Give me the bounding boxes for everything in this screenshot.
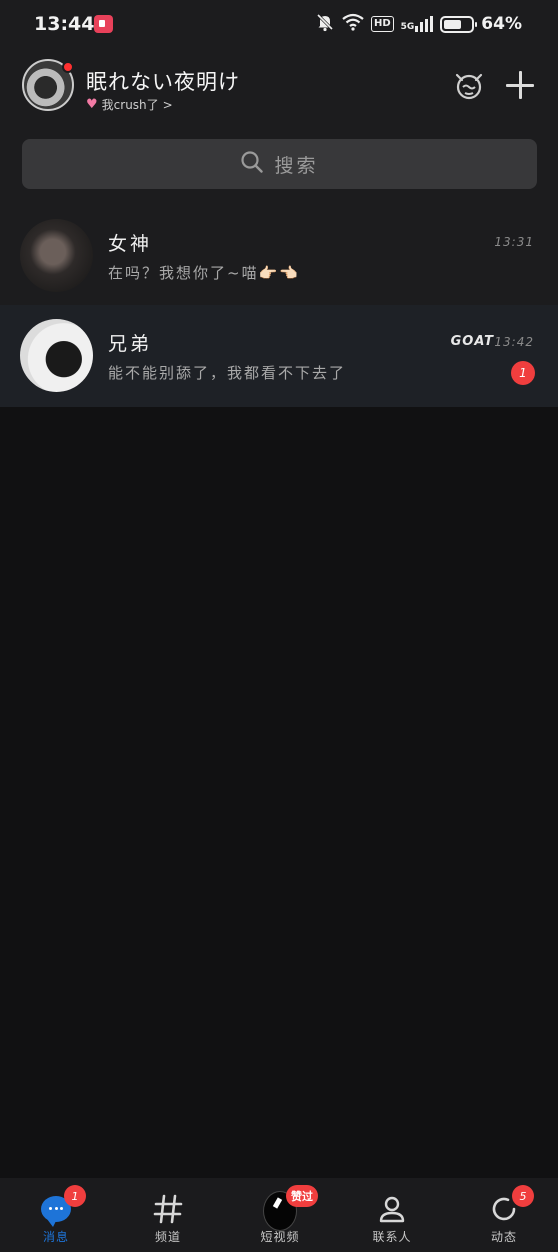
search-input[interactable]: 搜索 (22, 139, 537, 189)
notification-dot (62, 61, 74, 73)
tab-short-video[interactable]: 赞过 短视频 (224, 1178, 336, 1252)
tab-contacts[interactable]: 联系人 (336, 1178, 448, 1252)
tab-label: 动态 (490, 1230, 517, 1244)
chevron-right-icon: > (162, 97, 173, 112)
bottom-nav: 1 消息 频道 赞过 短视频 联系人 5 动态 (0, 1178, 558, 1252)
tab-label: 消息 (42, 1230, 69, 1244)
screen-record-icon (94, 15, 113, 33)
status-time: 13:44 (34, 13, 95, 35)
add-button[interactable] (503, 68, 537, 102)
status-icons: HD 5G 64% (315, 12, 522, 36)
hd-badge: HD (370, 16, 394, 32)
moments-badge: 5 (512, 1185, 534, 1207)
wifi-icon (342, 13, 364, 35)
chat-name: 女神 (108, 233, 153, 255)
chat-last-message: 能不能别舔了，我都看不下去了 (108, 364, 347, 382)
chat-time: 13:31 (494, 235, 534, 249)
chat-item-goddess[interactable]: 女神 在吗？我想你了~喵👉🏻👈🏻 13:31 (0, 205, 558, 307)
short-video-badge: 赞过 (286, 1185, 318, 1207)
tab-messages[interactable]: 1 消息 (0, 1178, 112, 1252)
chat-time: 13:42 (494, 335, 534, 349)
chat-item-brother[interactable]: 兄弟 能不能别舔了，我都看不下去了 GOAT 13:42 1 (0, 305, 558, 407)
messages-badge: 1 (64, 1185, 86, 1207)
tab-moments[interactable]: 5 动态 (448, 1178, 558, 1252)
chat-avatar (20, 319, 93, 392)
header: 眠れない夜明け ♥ 我crush了 > (0, 52, 558, 124)
status-link[interactable]: ♥ 我crush了 > (86, 96, 173, 113)
tab-label: 联系人 (372, 1230, 412, 1244)
battery-percent: 64% (481, 14, 522, 34)
hashtag-icon (151, 1192, 185, 1226)
chat-name: 兄弟 (108, 333, 153, 355)
cat-face-icon[interactable] (452, 68, 486, 102)
status-bar: 13:44 HD 5G 64% (0, 0, 558, 50)
goat-badge: GOAT (450, 334, 494, 349)
battery-icon (440, 15, 478, 33)
signal-icon: 5G (401, 16, 434, 32)
tab-label: 频道 (154, 1230, 181, 1244)
battery-level (444, 19, 461, 29)
heart-icon: ♥ (86, 97, 98, 112)
plus-icon (506, 71, 534, 99)
contacts-icon (375, 1192, 409, 1226)
tab-label: 短视频 (260, 1230, 300, 1244)
chat-last-message: 在吗？我想你了~喵👉🏻👈🏻 (108, 264, 300, 282)
search-icon (240, 150, 264, 179)
tab-channels[interactable]: 频道 (112, 1178, 224, 1252)
mute-icon (315, 12, 335, 36)
network-type: 5G (400, 22, 415, 32)
username: 眠れない夜明け (86, 70, 240, 94)
search-placeholder: 搜索 (274, 154, 319, 177)
status-text: 我crush了 (101, 98, 159, 112)
unread-badge: 1 (511, 361, 535, 385)
chat-avatar (20, 219, 93, 292)
